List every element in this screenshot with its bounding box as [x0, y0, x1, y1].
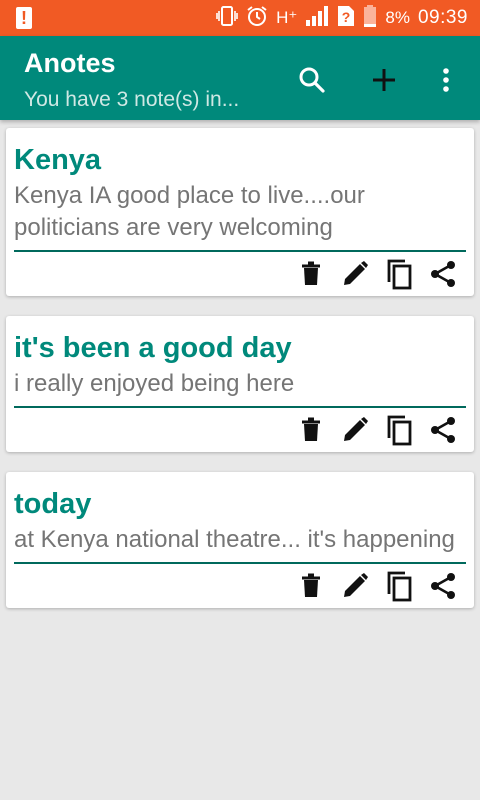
note-card[interactable]: Kenya Kenya IA good place to live....our…	[6, 128, 474, 296]
note-card[interactable]: it's been a good day i really enjoyed be…	[6, 316, 474, 452]
edit-button[interactable]	[340, 571, 370, 601]
overflow-menu-button[interactable]	[428, 62, 464, 98]
alert-icon	[16, 7, 32, 29]
note-title: today	[14, 488, 92, 520]
copy-icon	[387, 571, 412, 602]
copy-icon	[387, 259, 412, 290]
delete-button[interactable]	[296, 571, 326, 601]
note-body: i really enjoyed being here	[14, 370, 295, 397]
note-body: Kenya IA good place to live....our polit…	[14, 182, 365, 241]
delete-icon	[302, 573, 320, 597]
share-button[interactable]	[428, 259, 458, 289]
delete-icon	[302, 417, 320, 441]
signal-icon	[305, 5, 329, 31]
share-icon	[431, 573, 455, 599]
delete-button[interactable]	[296, 259, 326, 289]
add-icon	[373, 69, 395, 91]
battery-icon	[363, 4, 377, 32]
clock: 09:39	[417, 7, 468, 28]
edit-icon	[344, 261, 368, 285]
edit-icon	[344, 417, 368, 441]
delete-icon	[302, 261, 320, 285]
edit-button[interactable]	[340, 259, 370, 289]
copy-button[interactable]	[384, 415, 414, 446]
alarm-icon	[246, 5, 268, 32]
add-note-button[interactable]	[366, 62, 402, 98]
status-bar: H⁺ ? 8% 09:39	[0, 0, 480, 36]
copy-button[interactable]	[384, 259, 414, 290]
edit-icon	[344, 573, 368, 597]
copy-icon	[387, 415, 412, 446]
app-subtitle: You have 3 note(s) in...	[24, 88, 240, 111]
vibrate-icon	[216, 5, 238, 31]
notes-list: Kenya Kenya IA good place to live....our…	[6, 128, 474, 628]
app-bar: Anotes You have 3 note(s) in...	[0, 36, 480, 120]
share-button[interactable]	[428, 415, 458, 445]
search-button[interactable]	[294, 62, 330, 98]
share-button[interactable]	[428, 571, 458, 601]
note-card[interactable]: today at Kenya national theatre... it's …	[6, 472, 474, 608]
more-vert-icon	[443, 68, 449, 92]
battery-percentage: 8%	[385, 8, 410, 27]
copy-button[interactable]	[384, 571, 414, 602]
note-title: it's been a good day	[14, 332, 292, 364]
edit-button[interactable]	[340, 415, 370, 445]
note-title: Kenya	[14, 144, 102, 176]
search-icon	[299, 67, 325, 93]
app-title: Anotes	[24, 48, 116, 78]
delete-button[interactable]	[296, 415, 326, 445]
share-icon	[431, 261, 455, 287]
share-icon	[431, 417, 455, 443]
network-type-label: H⁺	[276, 8, 298, 27]
no-sim-icon: ?	[337, 5, 355, 32]
note-body: at Kenya national theatre... it's happen…	[14, 526, 455, 553]
svg-text:?: ?	[342, 9, 351, 25]
